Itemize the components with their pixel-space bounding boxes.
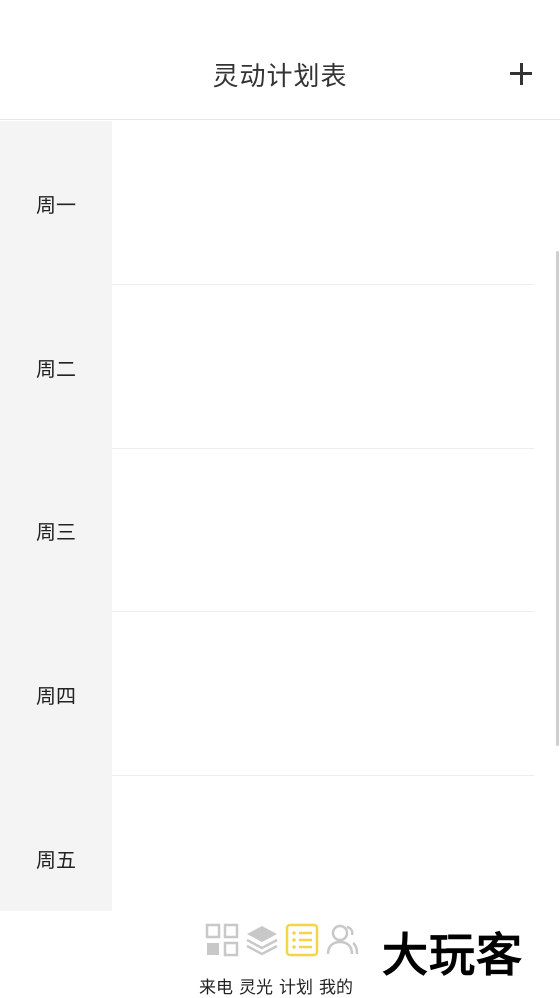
day-row-wednesday: 周三 [0,448,560,612]
day-label: 周三 [36,519,76,544]
nav-label: 计划 [279,978,313,998]
page-title: 灵动计划表 [212,62,348,92]
day-label: 周一 [36,192,76,217]
day-row-thursday: 周四 [0,612,560,776]
grid-icon [205,923,239,957]
nav-label: 来电 [199,978,233,998]
nav-item-inspiration[interactable]: 灵光 [239,921,283,998]
nav-label: 灵光 [239,978,273,998]
nav-item-calls[interactable]: 来电 [199,921,243,998]
users-icon [326,924,359,955]
nav-item-plan[interactable]: 计划 [279,921,323,998]
layers-icon [246,926,278,956]
app-root: 灵动计划表 周一 周二 周三 周四 周五 来电 灵光 计划 我的 大玩客 [0,0,560,998]
add-plan-button[interactable] [506,58,538,90]
day-slot-tuesday[interactable] [112,285,534,449]
weekly-schedule: 周一 周二 周三 周四 周五 [0,121,560,911]
nav-item-mine[interactable]: 我的 [319,921,363,998]
nav-label: 我的 [319,978,353,998]
day-row-monday: 周一 [0,121,560,285]
scrollbar[interactable] [556,251,559,746]
watermark-logo: 大玩客 [382,928,523,982]
day-slot-thursday[interactable] [112,612,534,776]
day-slot-wednesday[interactable] [112,448,534,612]
day-slot-monday[interactable] [112,121,534,285]
top-bar: 灵动计划表 [0,0,560,120]
list-icon [285,923,319,957]
day-label: 周二 [36,356,76,381]
day-row-tuesday: 周二 [0,285,560,449]
day-label: 周四 [36,683,76,708]
